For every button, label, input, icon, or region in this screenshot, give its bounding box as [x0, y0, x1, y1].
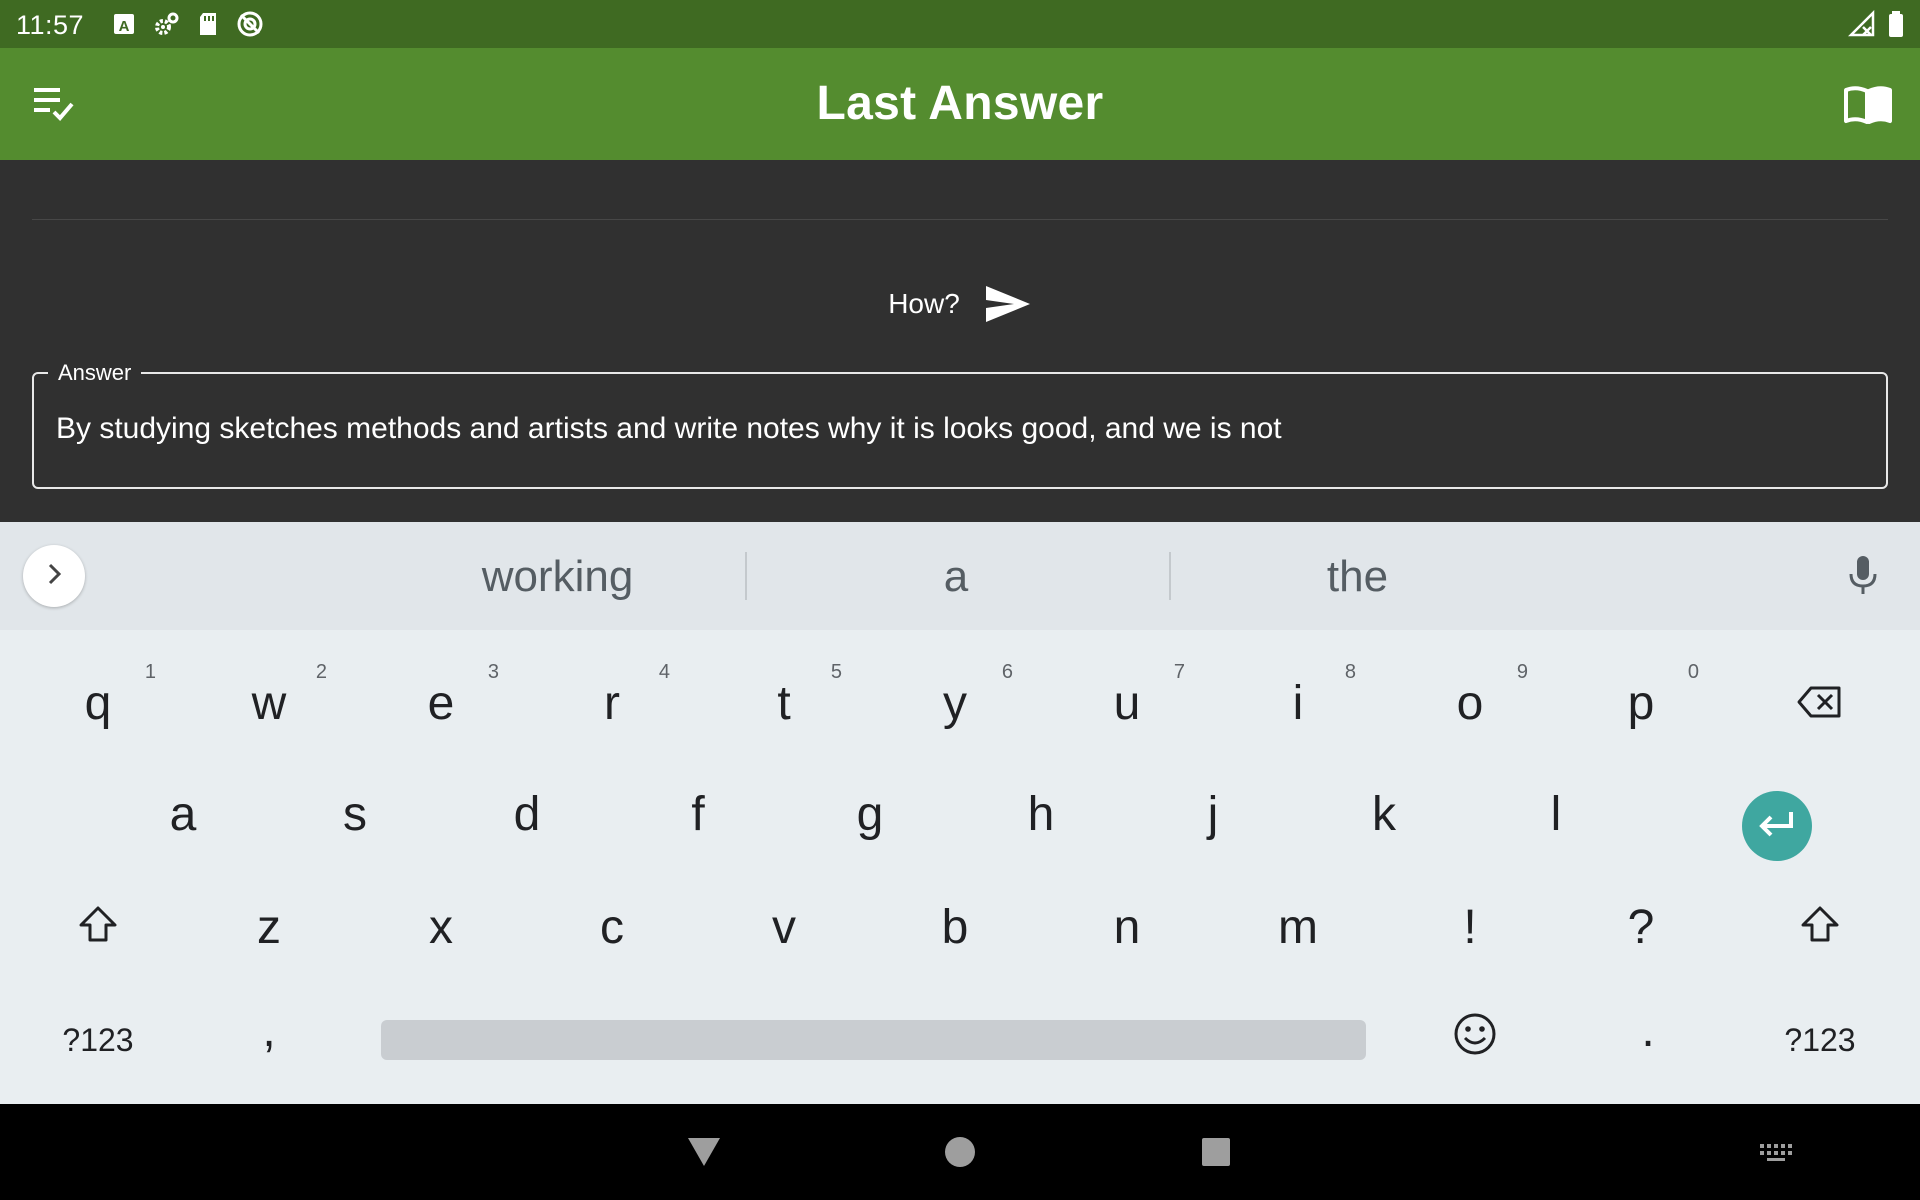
no-sync-icon — [236, 10, 264, 38]
key-hint: 8 — [1344, 661, 1356, 683]
key-l[interactable]: l — [1476, 764, 1636, 864]
screen: 11:57 A Last Answer How? Answer By study… — [0, 0, 1920, 1200]
key-k[interactable]: k — [1304, 764, 1464, 864]
settings-sync-icon — [152, 10, 180, 38]
key-hint: 5 — [830, 661, 842, 683]
keyboard-a-icon: A — [110, 10, 138, 38]
symbols-key-right[interactable]: ?123 — [1740, 990, 1900, 1090]
back-icon[interactable] — [684, 1132, 724, 1172]
battery-icon — [1886, 10, 1906, 43]
key-i[interactable]: i8 — [1218, 653, 1378, 753]
symbols-key-left[interactable]: ?123 — [18, 990, 178, 1090]
key-j[interactable]: j — [1133, 764, 1293, 864]
shift-key-right[interactable] — [1740, 877, 1900, 977]
chevron-right-icon — [42, 562, 66, 591]
key-d[interactable]: d — [447, 764, 607, 864]
key-hint: 3 — [487, 661, 499, 683]
key-a[interactable]: a — [103, 764, 263, 864]
key-label: u — [1113, 676, 1141, 730]
key-h[interactable]: h — [961, 764, 1121, 864]
key-b[interactable]: b — [875, 877, 1035, 977]
suggestion-separator — [1169, 552, 1171, 600]
backspace-key[interactable] — [1740, 653, 1900, 753]
emoji-icon — [1453, 1012, 1497, 1068]
key-s[interactable]: s — [275, 764, 435, 864]
answer-field[interactable]: Answer By studying sketches methods and … — [32, 360, 1888, 489]
key-m[interactable]: m — [1218, 877, 1378, 977]
key-w[interactable]: w2 — [189, 653, 349, 753]
key-g[interactable]: g — [790, 764, 950, 864]
key-hint: 0 — [1687, 661, 1699, 683]
book-icon[interactable] — [1842, 82, 1894, 126]
key-comma[interactable]: , — [189, 980, 349, 1080]
key-t[interactable]: t5 — [704, 653, 864, 753]
suggestion-separator — [745, 552, 747, 600]
key-exclamation[interactable]: ! — [1390, 877, 1550, 977]
suggestion-2[interactable]: a — [760, 552, 1152, 602]
key-q[interactable]: q1 — [18, 653, 178, 753]
key-r[interactable]: r4 — [532, 653, 692, 753]
key-label: w — [251, 676, 287, 730]
status-bar: 11:57 A — [0, 0, 1920, 48]
key-question[interactable]: ? — [1561, 877, 1721, 977]
key-hint: 7 — [1173, 661, 1185, 683]
backspace-icon — [1797, 676, 1843, 731]
enter-key[interactable] — [1742, 791, 1812, 861]
key-hint: 4 — [658, 661, 670, 683]
suggestion-3[interactable]: the — [1180, 552, 1535, 602]
key-label: o — [1456, 676, 1484, 730]
key-u[interactable]: u7 — [1047, 653, 1207, 753]
key-label: e — [427, 676, 455, 730]
key-p[interactable]: p0 — [1561, 653, 1721, 753]
key-o[interactable]: o9 — [1390, 653, 1550, 753]
question-text: How? — [888, 288, 960, 319]
answer-label: Answer — [48, 360, 142, 386]
key-label: q — [84, 676, 112, 730]
key-period[interactable]: . — [1568, 980, 1728, 1080]
answer-input[interactable]: By studying sketches methods and artists… — [56, 412, 1282, 446]
key-hint: 2 — [315, 661, 327, 683]
key-label: i — [1292, 676, 1304, 730]
key-hint: 6 — [1001, 661, 1013, 683]
key-y[interactable]: y6 — [875, 653, 1035, 753]
enter-icon — [1757, 810, 1797, 843]
status-time: 11:57 — [16, 10, 85, 40]
key-hint: 9 — [1516, 661, 1528, 683]
divider — [32, 219, 1888, 220]
send-icon[interactable] — [984, 284, 1032, 324]
page-title: Last Answer — [816, 77, 1104, 130]
emoji-key[interactable] — [1395, 990, 1555, 1090]
key-x[interactable]: x — [361, 877, 521, 977]
expand-toolbar-button[interactable] — [23, 545, 85, 607]
space-bar[interactable] — [381, 1020, 1366, 1060]
shift-icon — [78, 900, 118, 955]
microphone-icon[interactable] — [1846, 552, 1880, 600]
question-row: How? — [0, 284, 1920, 324]
key-label: t — [777, 676, 791, 730]
signal-off-icon — [1847, 9, 1876, 43]
key-label: p — [1627, 676, 1655, 730]
key-c[interactable]: c — [532, 877, 692, 977]
key-label: y — [943, 676, 967, 730]
key-f[interactable]: f — [618, 764, 778, 864]
sd-card-icon — [194, 10, 222, 38]
navigation-bar — [0, 1104, 1920, 1200]
suggestion-1[interactable]: working — [380, 552, 735, 602]
suggestion-strip: working a the — [0, 522, 1920, 630]
svg-text:A: A — [119, 18, 130, 35]
key-label: r — [604, 676, 620, 730]
key-n[interactable]: n — [1047, 877, 1207, 977]
keyboard-switch-icon[interactable] — [1758, 1132, 1794, 1172]
key-hint: 1 — [144, 661, 156, 683]
key-e[interactable]: e3 — [361, 653, 521, 753]
key-v[interactable]: v — [704, 877, 864, 977]
key-z[interactable]: z — [189, 877, 349, 977]
shift-key-left[interactable] — [18, 877, 178, 977]
shift-icon — [1800, 900, 1840, 955]
content-area: How? Answer By studying sketches methods… — [0, 160, 1920, 522]
home-icon[interactable] — [940, 1132, 980, 1172]
app-bar: Last Answer — [0, 48, 1920, 160]
recents-icon[interactable] — [1196, 1132, 1236, 1172]
soft-keyboard: working a the q1 w2 e3 r4 t5 y6 u7 i8 o9… — [0, 522, 1920, 1104]
